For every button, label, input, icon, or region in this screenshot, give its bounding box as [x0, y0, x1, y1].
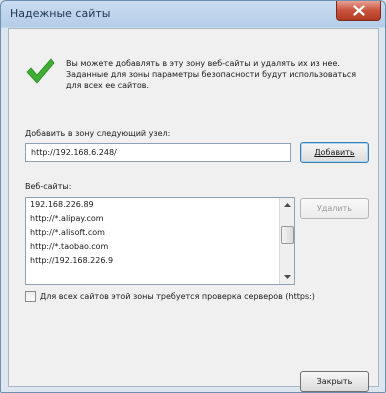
websites-list[interactable]: 192.168.226.89 http://*.alipay.com http:…: [25, 197, 295, 285]
checkmark-icon: [26, 58, 55, 84]
close-button-label: Закрыть: [316, 377, 353, 386]
https-checkbox-label: Для всех сайтов этой зоны требуется пров…: [40, 292, 315, 301]
websites-list-items: 192.168.226.89 http://*.alipay.com http:…: [26, 198, 279, 284]
scroll-up-button[interactable]: [280, 198, 294, 212]
window-close-button[interactable]: [336, 1, 381, 21]
https-check-row[interactable]: Для всех сайтов этой зоны требуется пров…: [25, 291, 315, 302]
remove-button-label: Удалить: [317, 204, 352, 213]
remove-button[interactable]: Удалить: [300, 198, 369, 219]
https-checkbox[interactable]: [25, 291, 36, 302]
close-icon: [352, 5, 365, 16]
scroll-thumb[interactable]: [281, 226, 294, 244]
list-item[interactable]: http://192.168.226.9: [26, 254, 279, 268]
window-title: Надежные сайты: [10, 7, 111, 20]
add-button[interactable]: Добавить: [300, 142, 369, 163]
add-button-label: Добавить: [314, 148, 355, 157]
websites-scrollbar[interactable]: [279, 198, 294, 284]
websites-label: Веб-сайты:: [25, 182, 72, 191]
dialog-window: Надежные сайты Вы можете добавлять в эту…: [0, 0, 386, 393]
add-site-input[interactable]: [25, 143, 291, 162]
add-site-label: Добавить в зону следующий узел:: [25, 129, 171, 138]
scroll-down-button[interactable]: [280, 270, 294, 284]
arrow-down-icon: [283, 275, 291, 279]
close-button[interactable]: Закрыть: [300, 371, 369, 392]
info-text: Вы можете добавлять в эту зону веб-сайты…: [66, 59, 357, 90]
list-item[interactable]: 192.168.226.89: [26, 198, 279, 212]
list-item[interactable]: http://*.alisoft.com: [26, 226, 279, 240]
list-item[interactable]: http://*.taobao.com: [26, 240, 279, 254]
title-bar[interactable]: Надежные сайты: [1, 1, 385, 28]
list-item[interactable]: http://*.alipay.com: [26, 212, 279, 226]
dialog-body: Вы можете добавлять в эту зону веб-сайты…: [8, 28, 379, 392]
arrow-up-icon: [283, 203, 291, 207]
